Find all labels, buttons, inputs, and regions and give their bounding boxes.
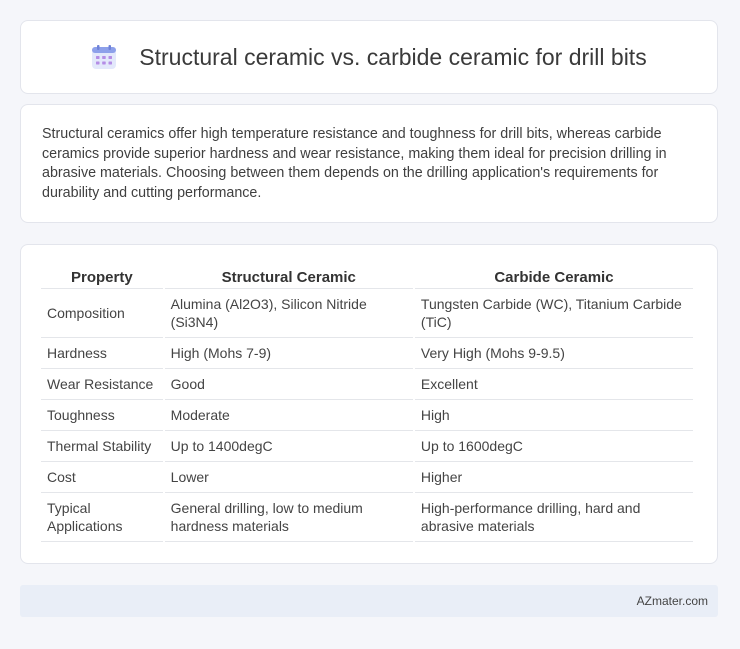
row-label: Hardness	[41, 338, 163, 369]
carbide-cell: Tungsten Carbide (WC), Titanium Carbide …	[414, 289, 693, 338]
table-row: Toughness Moderate High	[41, 400, 693, 431]
carbide-cell: Up to 1600degC	[414, 431, 693, 462]
structural-cell: Good	[164, 369, 413, 400]
comparison-table: Property Structural Ceramic Carbide Cera…	[39, 265, 695, 542]
column-header-structural: Structural Ceramic	[164, 265, 413, 289]
structural-cell: High (Mohs 7-9)	[164, 338, 413, 369]
title-card: Structural ceramic vs. carbide ceramic f…	[20, 20, 718, 94]
column-header-carbide: Carbide Ceramic	[414, 265, 693, 289]
structural-cell: Up to 1400degC	[164, 431, 413, 462]
page-title: Structural ceramic vs. carbide ceramic f…	[139, 43, 647, 70]
carbide-cell: High-performance drilling, hard and abra…	[414, 493, 693, 542]
table-row: Thermal Stability Up to 1400degC Up to 1…	[41, 431, 693, 462]
row-label: Cost	[41, 462, 163, 493]
intro-card: Structural ceramics offer high temperatu…	[20, 104, 718, 223]
structural-cell: Lower	[164, 462, 413, 493]
row-label: Typical Applications	[41, 493, 163, 542]
carbide-cell: Higher	[414, 462, 693, 493]
row-label: Toughness	[41, 400, 163, 431]
table-row: Composition Alumina (Al2O3), Silicon Nit…	[41, 289, 693, 338]
comparison-card: Property Structural Ceramic Carbide Cera…	[20, 244, 718, 564]
calendar-grid-icon	[92, 45, 117, 69]
table-row: Cost Lower Higher	[41, 462, 693, 493]
row-label: Wear Resistance	[41, 369, 163, 400]
row-label: Composition	[41, 289, 163, 338]
column-header-property: Property	[41, 265, 163, 289]
table-row: Wear Resistance Good Excellent	[41, 369, 693, 400]
footer-site-link[interactable]: AZmater.com	[637, 594, 708, 608]
structural-cell: Moderate	[164, 400, 413, 431]
carbide-cell: Very High (Mohs 9-9.5)	[414, 338, 693, 369]
structural-cell: Alumina (Al2O3), Silicon Nitride (Si3N4)	[164, 289, 413, 338]
carbide-cell: High	[414, 400, 693, 431]
footer-bar: AZmater.com	[20, 585, 718, 617]
table-row: Typical Applications General drilling, l…	[41, 493, 693, 542]
table-row: Hardness High (Mohs 7-9) Very High (Mohs…	[41, 338, 693, 369]
table-header-row: Property Structural Ceramic Carbide Cera…	[41, 265, 693, 289]
structural-cell: General drilling, low to medium hardness…	[164, 493, 413, 542]
intro-paragraph: Structural ceramics offer high temperatu…	[42, 126, 667, 201]
row-label: Thermal Stability	[41, 431, 163, 462]
carbide-cell: Excellent	[414, 369, 693, 400]
